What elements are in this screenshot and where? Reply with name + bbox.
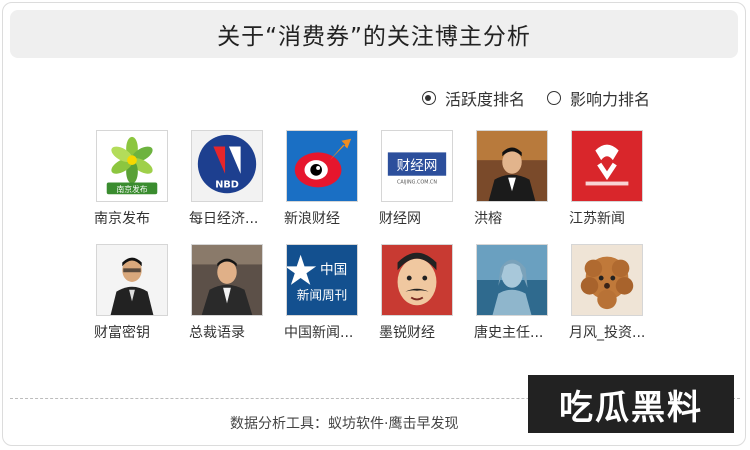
caijing-logo-icon[interactable]: 财经网 CAIJING.COM.CN bbox=[381, 130, 453, 202]
svg-text:CAIJING.COM.CN: CAIJING.COM.CN bbox=[397, 180, 437, 186]
svg-text:新闻周刊: 新闻周刊 bbox=[297, 287, 348, 302]
page-title: 关于“消费券”的关注博主分析 bbox=[10, 10, 738, 58]
watermark-logo: 吃瓜黑料 bbox=[528, 375, 734, 433]
sort-by-influence[interactable]: 影响力排名 bbox=[546, 86, 650, 110]
blogger-card[interactable]: 洪榕 bbox=[474, 130, 569, 244]
cartoon-avatar-icon[interactable] bbox=[381, 244, 453, 316]
radio-activity[interactable] bbox=[421, 91, 436, 105]
nbd-logo-icon[interactable]: NBD bbox=[191, 130, 263, 202]
blogger-name[interactable]: 唐史主任... bbox=[474, 322, 562, 342]
statue-avatar-icon[interactable] bbox=[476, 244, 548, 316]
nanjing-fabu-logo-icon[interactable]: 南京发布 bbox=[96, 130, 168, 202]
sort-by-activity[interactable]: 活跃度排名 bbox=[421, 86, 525, 110]
blogger-card[interactable]: 新浪财经 bbox=[284, 130, 379, 244]
sort-activity-label: 活跃度排名 bbox=[444, 90, 525, 109]
person-avatar-icon[interactable] bbox=[476, 130, 548, 202]
svg-text:中国: 中国 bbox=[320, 262, 347, 278]
person-avatar-icon[interactable] bbox=[96, 244, 168, 316]
blogger-name[interactable]: 洪榕 bbox=[474, 208, 562, 228]
person-avatar-icon[interactable] bbox=[191, 244, 263, 316]
blogger-card[interactable]: 总裁语录 bbox=[189, 244, 284, 358]
sort-influence-label: 影响力排名 bbox=[569, 90, 650, 109]
svg-text:财经网: 财经网 bbox=[397, 158, 438, 174]
jiangsu-news-logo-icon[interactable] bbox=[571, 130, 643, 202]
blogger-card[interactable]: 财经网 CAIJING.COM.CN 财经网 bbox=[379, 130, 474, 244]
blogger-name[interactable]: 总裁语录 bbox=[189, 322, 277, 342]
svg-text:NBD: NBD bbox=[215, 179, 239, 190]
blogger-name[interactable]: 江苏新闻 bbox=[569, 208, 657, 228]
blogger-card[interactable]: NBD 每日经济... bbox=[189, 130, 284, 244]
dog-avatar-icon[interactable] bbox=[571, 244, 643, 316]
blogger-name[interactable]: 新浪财经 bbox=[284, 208, 372, 228]
blogger-card[interactable]: 中国 新闻周刊 中国新闻... bbox=[284, 244, 379, 358]
sort-options: 活跃度排名 影响力排名 bbox=[400, 86, 650, 110]
blogger-card[interactable]: 江苏新闻 bbox=[569, 130, 664, 244]
blogger-card[interactable]: 墨锐财经 bbox=[379, 244, 474, 358]
footer-note: 数据分析工具：蚁坊软件·鹰击早发现 bbox=[230, 416, 459, 432]
blogger-name[interactable]: 每日经济... bbox=[189, 208, 277, 228]
sina-finance-logo-icon[interactable] bbox=[286, 130, 358, 202]
china-news-weekly-logo-icon[interactable]: 中国 新闻周刊 bbox=[286, 244, 358, 316]
blogger-card[interactable]: 唐史主任... bbox=[474, 244, 569, 358]
blogger-name[interactable]: 财富密钥 bbox=[94, 322, 182, 342]
blogger-name[interactable]: 月风_投资... bbox=[569, 322, 657, 342]
blogger-card[interactable]: 月风_投资... bbox=[569, 244, 664, 358]
blogger-card[interactable]: 财富密钥 bbox=[94, 244, 189, 358]
radio-influence[interactable] bbox=[546, 91, 561, 105]
blogger-name[interactable]: 墨锐财经 bbox=[379, 322, 467, 342]
blogger-card[interactable]: 南京发布 南京发布 bbox=[94, 130, 189, 244]
blogger-name[interactable]: 南京发布 bbox=[94, 208, 182, 228]
blogger-name[interactable]: 财经网 bbox=[379, 208, 467, 228]
svg-text:南京发布: 南京发布 bbox=[116, 184, 147, 194]
blogger-grid: 南京发布 南京发布 NBD 每日经济... 新浪财经 财经网 CAIJING.C… bbox=[94, 130, 664, 358]
blogger-name[interactable]: 中国新闻... bbox=[284, 322, 372, 342]
